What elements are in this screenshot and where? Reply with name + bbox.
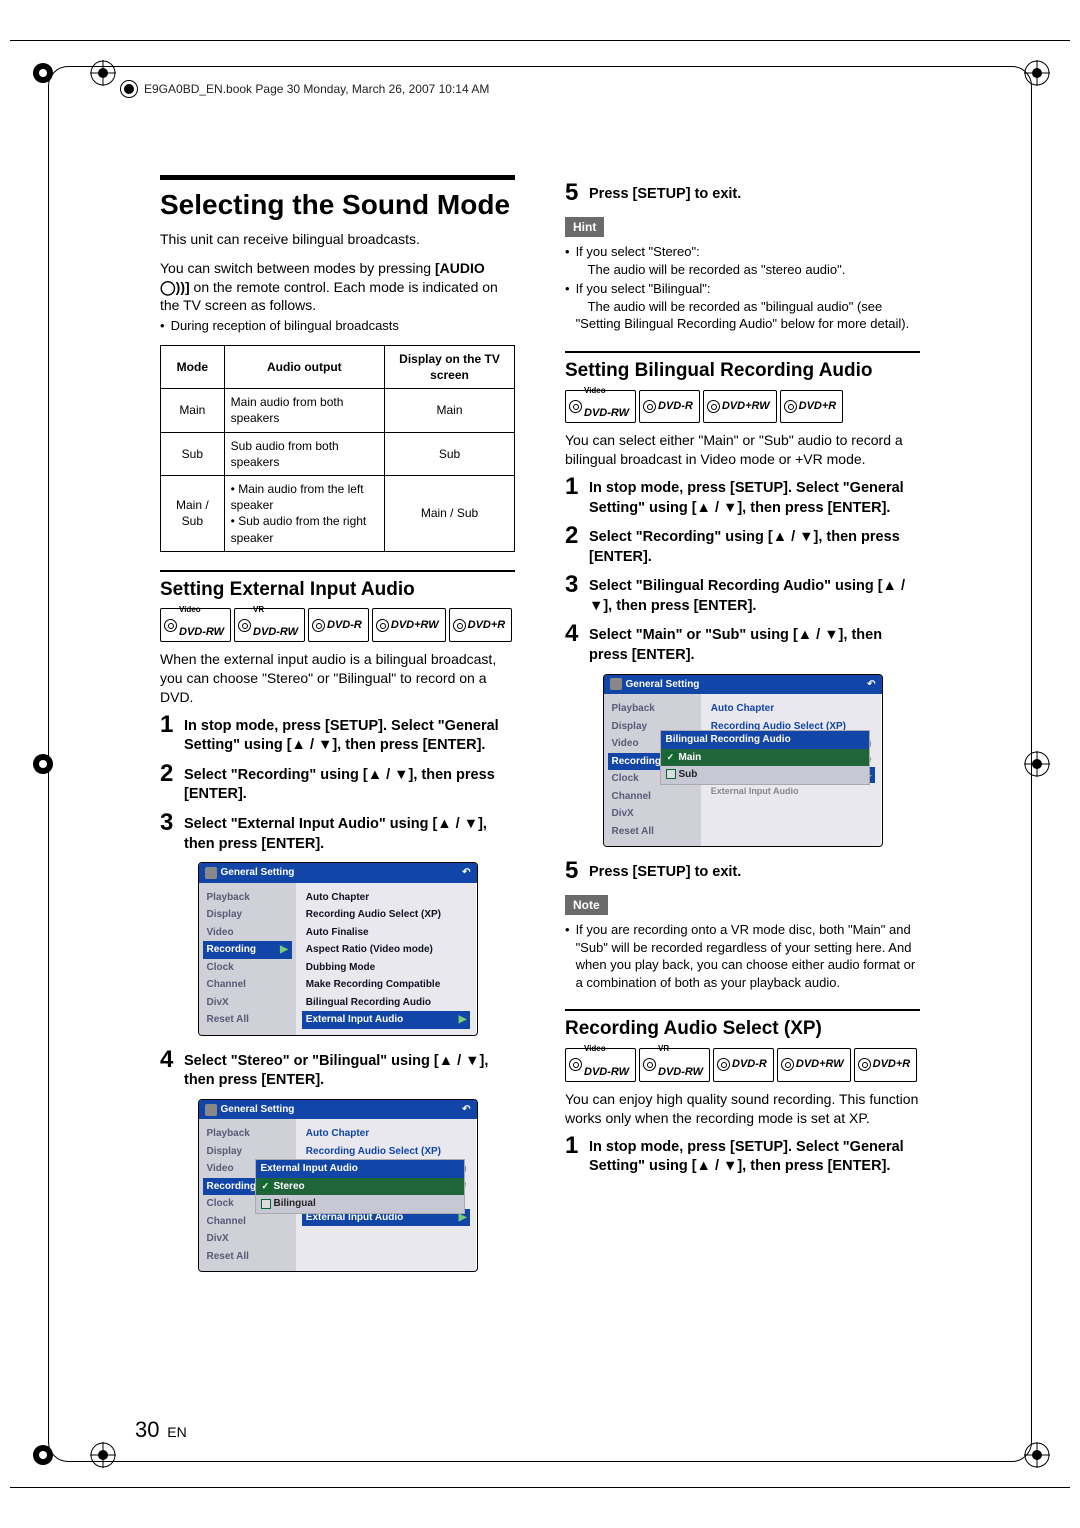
osd-icon — [610, 678, 622, 690]
disc-badge: DVD-R — [639, 390, 700, 424]
intro-text-1: This unit can receive bilingual broadcas… — [160, 230, 515, 249]
osd-screenshot: General Setting↶ Playback Display Video … — [603, 674, 883, 848]
disc-badge: DVD-R — [308, 608, 369, 642]
step-number: 1 — [565, 475, 583, 518]
disc-icon — [707, 400, 720, 413]
disc-badge: DVD+RW — [777, 1048, 851, 1082]
disc-icon — [569, 1058, 582, 1071]
step-number: 2 — [160, 762, 178, 805]
page-header-meta: E9GA0BD_EN.book Page 30 Monday, March 26… — [120, 80, 489, 98]
step-number: 3 — [565, 573, 583, 616]
disc-icon — [238, 619, 251, 632]
disc-icon — [312, 619, 325, 632]
disc-badge: VRDVD-RW — [234, 608, 305, 642]
step-text: Press [SETUP] to exit. — [589, 859, 741, 883]
checkbox-icon — [261, 1181, 271, 1191]
disc-badge: DVD-R — [713, 1048, 774, 1082]
disc-icon — [643, 1058, 656, 1071]
intro-bullet: During reception of bilingual broadcasts — [171, 317, 399, 335]
disc-badges: VideoDVD-RW DVD-R DVD+RW DVD+R — [565, 390, 920, 424]
step-text: Select "Recording" using [▲ / ▼], then p… — [589, 524, 920, 567]
checkbox-icon — [666, 769, 676, 779]
th-mode: Mode — [161, 345, 225, 388]
disc-badge: VRDVD-RW — [639, 1048, 710, 1082]
subsection-intro: You can select either "Main" or "Sub" au… — [565, 431, 920, 469]
disc-badge: DVD+R — [780, 390, 844, 424]
disc-icon — [453, 619, 466, 632]
step-text: Select "External Input Audio" using [▲ /… — [184, 811, 515, 854]
th-output: Audio output — [224, 345, 384, 388]
checkbox-icon — [666, 752, 676, 762]
disc-icon — [164, 619, 177, 632]
disc-icon — [717, 1058, 730, 1071]
step-text: Select "Main" or "Sub" using [▲ / ▼], th… — [589, 622, 920, 665]
checkbox-icon — [261, 1199, 271, 1209]
subsection-title: Recording Audio Select (XP) — [565, 1009, 920, 1042]
section-title: Selecting the Sound Mode — [160, 175, 515, 224]
disc-icon — [376, 619, 389, 632]
header-meta-text: E9GA0BD_EN.book Page 30 Monday, March 26… — [144, 82, 489, 96]
step-number: 4 — [565, 622, 583, 665]
subsection-title: Setting External Input Audio — [160, 570, 515, 603]
disc-badge: VideoDVD-RW — [565, 390, 636, 424]
step-text: In stop mode, press [SETUP]. Select "Gen… — [184, 713, 515, 756]
left-column: Selecting the Sound Mode This unit can r… — [160, 175, 515, 1408]
disc-badge: VideoDVD-RW — [160, 608, 231, 642]
step-number: 5 — [565, 181, 583, 205]
disc-icon — [784, 400, 797, 413]
osd-screenshot: General Setting↶ Playback Display Video … — [198, 1099, 478, 1273]
disc-badges: VideoDVD-RW VRDVD-RW DVD-R DVD+RW DVD+R — [565, 1048, 920, 1082]
subsection-title: Setting Bilingual Recording Audio — [565, 351, 920, 384]
step-text: In stop mode, press [SETUP]. Select "Gen… — [589, 1134, 920, 1177]
sound-mode-table: Mode Audio output Display on the TV scre… — [160, 345, 515, 552]
right-column: 5Press [SETUP] to exit. Hint •If you sel… — [565, 175, 920, 1408]
page-number: 30 EN — [135, 1417, 187, 1443]
return-icon: ↶ — [867, 678, 875, 692]
th-display: Display on the TV screen — [385, 345, 515, 388]
subsection-intro: You can enjoy high quality sound recordi… — [565, 1090, 920, 1128]
hint-tag: Hint — [565, 217, 604, 237]
disc-badges: VideoDVD-RW VRDVD-RW DVD-R DVD+RW DVD+R — [160, 608, 515, 642]
osd-icon — [205, 1104, 217, 1116]
osd-screenshot: General Setting↶ Playback Display Video … — [198, 862, 478, 1036]
return-icon: ↶ — [462, 1103, 470, 1117]
step-number: 1 — [160, 713, 178, 756]
step-number: 4 — [160, 1048, 178, 1091]
note-tag: Note — [565, 895, 608, 915]
step-text: Select "Recording" using [▲ / ▼], then p… — [184, 762, 515, 805]
disc-badge: DVD+R — [854, 1048, 918, 1082]
step-number: 3 — [160, 811, 178, 854]
return-icon: ↶ — [462, 866, 470, 880]
intro-text-2: You can switch between modes by pressing… — [160, 259, 515, 316]
disc-icon — [858, 1058, 871, 1071]
step-text: Select "Stereo" or "Bilingual" using [▲ … — [184, 1048, 515, 1091]
disc-badge: DVD+R — [449, 608, 513, 642]
subsection-intro: When the external input audio is a bilin… — [160, 650, 515, 707]
step-text: In stop mode, press [SETUP]. Select "Gen… — [589, 475, 920, 518]
disc-badge: VideoDVD-RW — [565, 1048, 636, 1082]
disc-icon — [569, 400, 582, 413]
disc-icon — [643, 400, 656, 413]
step-number: 5 — [565, 859, 583, 883]
disc-icon — [781, 1058, 794, 1071]
note-text: If you are recording onto a VR mode disc… — [576, 921, 920, 991]
step-number: 2 — [565, 524, 583, 567]
disc-badge: DVD+RW — [372, 608, 446, 642]
step-number: 1 — [565, 1134, 583, 1177]
osd-icon — [205, 867, 217, 879]
step-text: Press [SETUP] to exit. — [589, 181, 741, 205]
disc-badge: DVD+RW — [703, 390, 777, 424]
step-text: Select "Bilingual Recording Audio" using… — [589, 573, 920, 616]
